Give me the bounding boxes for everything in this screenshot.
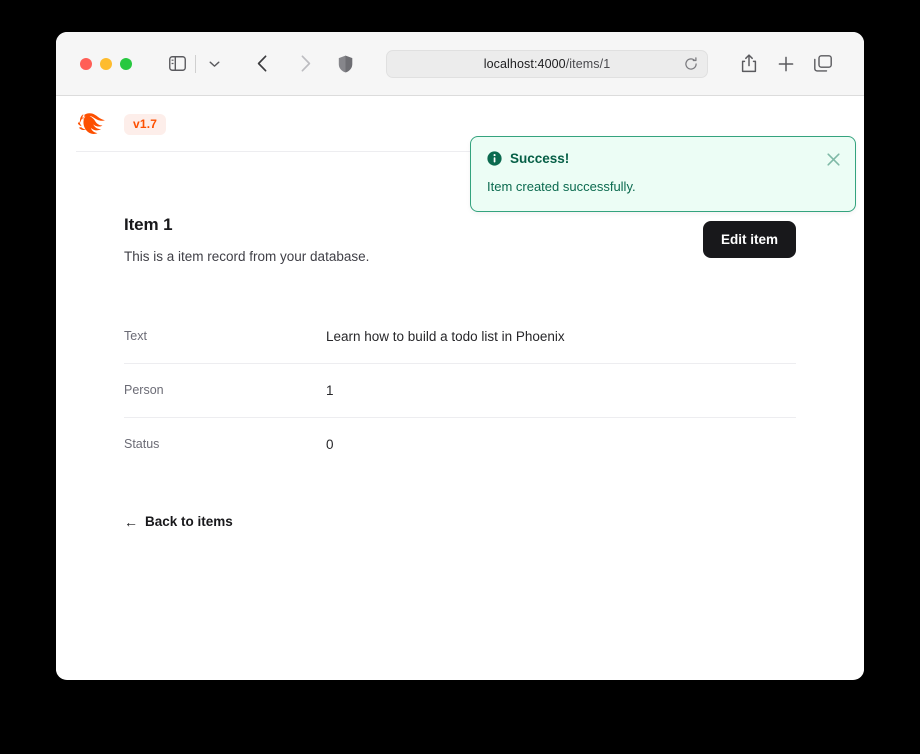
browser-toolbar: localhost:4000/items/1: [56, 32, 864, 96]
table-row: Status 0: [124, 417, 796, 471]
edit-item-button[interactable]: Edit item: [703, 221, 796, 258]
share-button[interactable]: [734, 49, 764, 79]
field-label: Text: [124, 329, 326, 343]
sidebar-icon: [169, 56, 186, 71]
reload-button[interactable]: [682, 55, 700, 73]
phoenix-logo: [74, 109, 112, 139]
maximize-window-button[interactable]: [120, 58, 132, 70]
navigation-controls: [247, 49, 320, 79]
back-button[interactable]: [247, 49, 277, 79]
tab-overview-button[interactable]: [808, 49, 838, 79]
forward-arrow-icon: [300, 55, 311, 72]
browser-window: localhost:4000/items/1: [56, 32, 864, 680]
field-value: Learn how to build a todo list in Phoeni…: [326, 329, 565, 344]
back-to-items-label: Back to items: [145, 514, 233, 529]
forward-button[interactable]: [290, 49, 320, 79]
page-content: v1.7 Item 1 This is a item record from y…: [56, 96, 864, 679]
field-value: 1: [326, 383, 334, 398]
toast-header: Success!: [487, 151, 839, 166]
field-label: Status: [124, 437, 326, 451]
sidebar-options-button[interactable]: [199, 49, 229, 79]
toast-message: Item created successfully.: [487, 179, 839, 194]
url-path: /items/1: [566, 57, 611, 71]
chevron-down-icon: [209, 60, 220, 68]
privacy-report-button[interactable]: [330, 49, 360, 79]
info-circle-icon: [487, 151, 502, 166]
close-window-button[interactable]: [80, 58, 92, 70]
item-details-list: Text Learn how to build a todo list in P…: [124, 310, 796, 471]
page-subtitle: This is a item record from your database…: [124, 249, 369, 264]
table-row: Person 1: [124, 363, 796, 417]
title-block: Item 1 This is a item record from your d…: [124, 215, 369, 264]
back-to-items-link[interactable]: ← Back to items: [124, 514, 233, 529]
sidebar-controls: [162, 49, 229, 79]
table-row: Text Learn how to build a todo list in P…: [124, 310, 796, 363]
field-label: Person: [124, 383, 326, 397]
back-arrow-icon: [257, 55, 268, 72]
brand-area: v1.7: [74, 109, 166, 139]
url-text: localhost:4000/items/1: [484, 57, 611, 71]
field-value: 0: [326, 437, 334, 452]
shield-icon: [338, 55, 353, 73]
version-badge: v1.7: [124, 114, 166, 135]
tab-overview-icon: [814, 55, 832, 72]
left-arrow-icon: ←: [124, 515, 138, 529]
minimize-window-button[interactable]: [100, 58, 112, 70]
close-icon[interactable]: [823, 149, 843, 169]
page-title: Item 1: [124, 215, 369, 235]
traffic-lights: [80, 58, 132, 70]
plus-icon: [778, 56, 794, 72]
close-x-icon: [826, 152, 841, 167]
sidebar-toggle-button[interactable]: [162, 49, 192, 79]
reload-icon: [684, 57, 698, 71]
new-tab-button[interactable]: [771, 49, 801, 79]
toolbar-right-controls: [734, 49, 848, 79]
phoenix-logo-link[interactable]: [74, 109, 112, 139]
share-icon: [741, 54, 757, 73]
url-host: localhost:4000: [484, 57, 566, 71]
toolbar-divider: [195, 55, 196, 73]
flash-toast[interactable]: Success! Item created successfully.: [470, 136, 856, 212]
address-bar[interactable]: localhost:4000/items/1: [386, 50, 708, 78]
toast-title: Success!: [510, 151, 569, 166]
